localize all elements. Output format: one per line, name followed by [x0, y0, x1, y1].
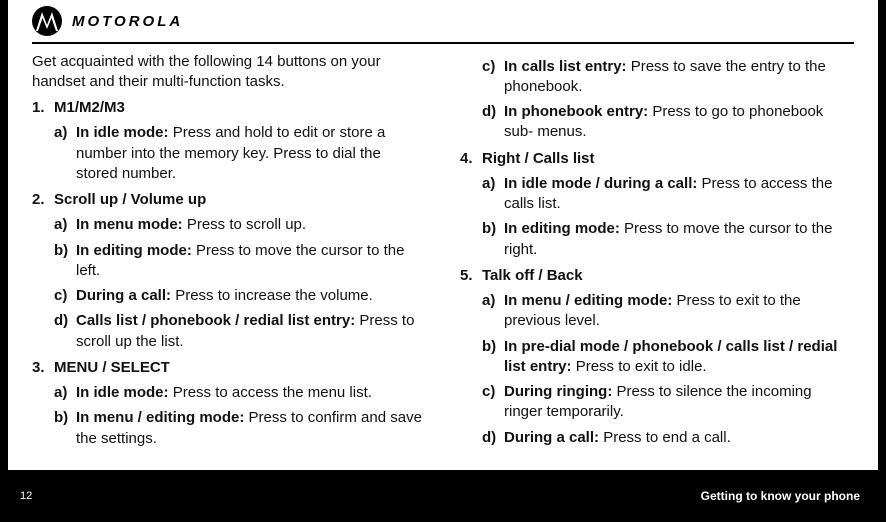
list-item: 3. MENU / SELECT: [32, 358, 426, 378]
sub-item: a) In idle mode / during a call: Press t…: [460, 174, 854, 215]
page-number: 12: [20, 490, 32, 502]
list-item: 4. Right / Calls list: [460, 149, 854, 169]
footer-bar: 12 Getting to know your phone: [0, 470, 886, 522]
sub-item: d) During a call: Press to end a call.: [460, 428, 854, 448]
sub-item: c) During ringing: Press to silence the …: [460, 382, 854, 423]
column-left: Get acquainted with the following 14 but…: [32, 52, 426, 449]
sub-item: d) Calls list / phonebook / redial list …: [32, 311, 426, 352]
motorola-logo-icon: [32, 6, 62, 36]
sub-item: a) In idle mode: Press and hold to edit …: [32, 123, 426, 184]
sub-item: a) In menu / editing mode: Press to exit…: [460, 291, 854, 332]
section-title: Getting to know your phone: [701, 489, 860, 503]
brand-text: MOTOROLA: [72, 13, 183, 30]
list-item: 2. Scroll up / Volume up: [32, 190, 426, 210]
sub-item: c) During a call: Press to increase the …: [32, 286, 426, 306]
sub-item: b) In pre-dial mode / phonebook / calls …: [460, 337, 854, 378]
header-rule: [32, 42, 854, 44]
sub-item: a) In menu mode: Press to scroll up.: [32, 215, 426, 235]
header: MOTOROLA: [8, 0, 878, 42]
content-columns: Get acquainted with the following 14 but…: [8, 52, 878, 449]
intro-text: Get acquainted with the following 14 but…: [32, 52, 426, 93]
list-item: 5. Talk off / Back: [460, 266, 854, 286]
column-right: c) In calls list entry: Press to save th…: [460, 52, 854, 449]
sub-item: b) In menu / editing mode: Press to conf…: [32, 408, 426, 449]
list-item: 1. M1/M2/M3: [32, 98, 426, 118]
sub-item: b) In editing mode: Press to move the cu…: [32, 241, 426, 282]
sub-item: d) In phonebook entry: Press to go to ph…: [460, 102, 854, 143]
sub-item: a) In idle mode: Press to access the men…: [32, 383, 426, 403]
sub-item: b) In editing mode: Press to move the cu…: [460, 219, 854, 260]
sub-item: c) In calls list entry: Press to save th…: [460, 57, 854, 98]
